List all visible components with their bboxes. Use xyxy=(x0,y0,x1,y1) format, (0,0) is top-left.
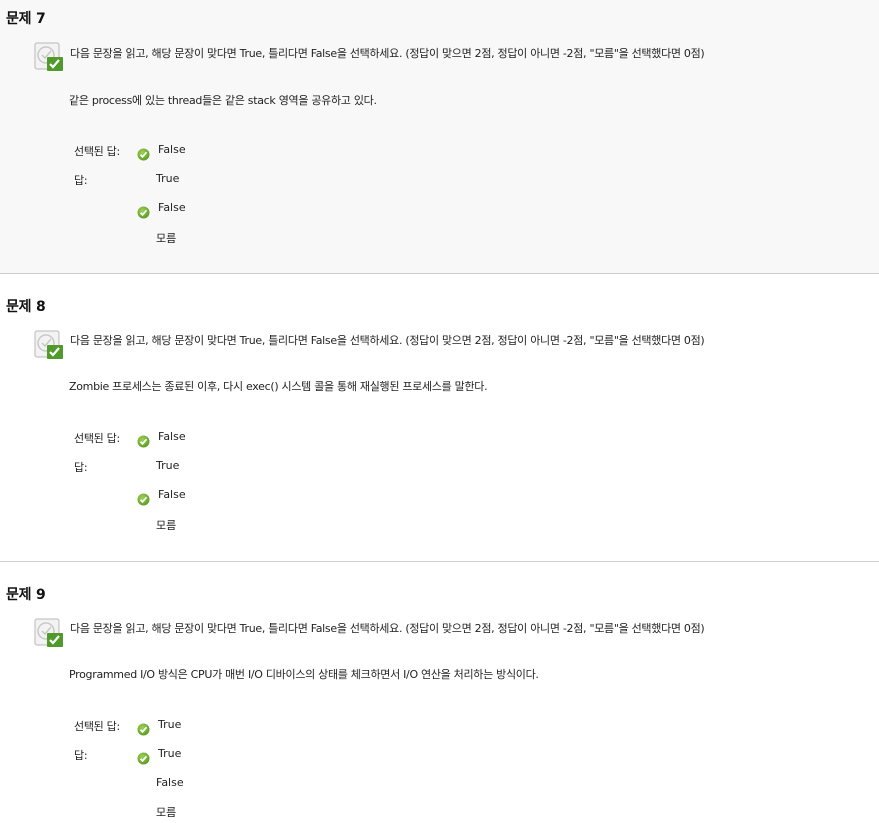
graded-question-icon xyxy=(34,42,64,72)
question-statement: Programmed I/O 방식은 CPU가 매번 I/O 디바이스의 상태를… xyxy=(69,668,539,681)
answer-option-correct: False xyxy=(158,488,186,501)
check-icon xyxy=(137,723,150,736)
question-instruction: 다음 문장을 읽고, 해당 문장이 맞다면 True, 틀리다면 False을 … xyxy=(70,334,705,347)
selected-answer-value: False xyxy=(158,143,186,156)
question-title: 문제 9 xyxy=(6,587,46,603)
question-title: 문제 7 xyxy=(6,11,46,27)
check-icon xyxy=(137,148,150,161)
answer-label: 답: xyxy=(74,461,88,474)
answer-option: 모름 xyxy=(156,806,177,819)
graded-question-icon xyxy=(34,330,64,360)
check-icon xyxy=(137,493,150,506)
selected-answer-value: False xyxy=(158,430,186,443)
check-icon xyxy=(137,435,150,448)
selected-answer-label: 선택된 답: xyxy=(74,432,120,445)
question-9: 문제 9 다음 문장을 읽고, 해당 문장이 맞다면 True, 틀리다면 Fa… xyxy=(0,562,879,823)
selected-answer-label: 선택된 답: xyxy=(74,720,120,733)
answer-option: False xyxy=(156,776,184,789)
answer-option: 모름 xyxy=(156,232,177,245)
question-statement: Zombie 프로세스는 종료된 이후, 다시 exec() 시스템 콜을 통해… xyxy=(69,380,488,393)
answer-option-correct: False xyxy=(158,201,186,214)
question-statement: 같은 process에 있는 thread들은 같은 stack 영역을 공유하… xyxy=(69,94,377,107)
check-icon xyxy=(137,206,150,219)
answer-option: True xyxy=(156,459,180,472)
answer-option: 모름 xyxy=(156,519,177,532)
selected-answer-value: True xyxy=(158,718,182,731)
graded-question-icon xyxy=(34,618,64,648)
question-8: 문제 8 다음 문장을 읽고, 해당 문장이 맞다면 True, 틀리다면 Fa… xyxy=(0,274,879,561)
question-title: 문제 8 xyxy=(6,299,46,315)
question-instruction: 다음 문장을 읽고, 해당 문장이 맞다면 True, 틀리다면 False을 … xyxy=(70,622,705,635)
check-icon xyxy=(137,752,150,765)
answer-option-correct: True xyxy=(158,747,182,760)
answer-label: 답: xyxy=(74,174,88,187)
question-7: 문제 7 다음 문장을 읽고, 해당 문장이 맞다면 True, 틀리다면 Fa… xyxy=(0,0,879,273)
answer-label: 답: xyxy=(74,749,88,762)
answer-option: True xyxy=(156,172,180,185)
selected-answer-label: 선택된 답: xyxy=(74,145,120,158)
question-instruction: 다음 문장을 읽고, 해당 문장이 맞다면 True, 틀리다면 False을 … xyxy=(70,47,705,60)
